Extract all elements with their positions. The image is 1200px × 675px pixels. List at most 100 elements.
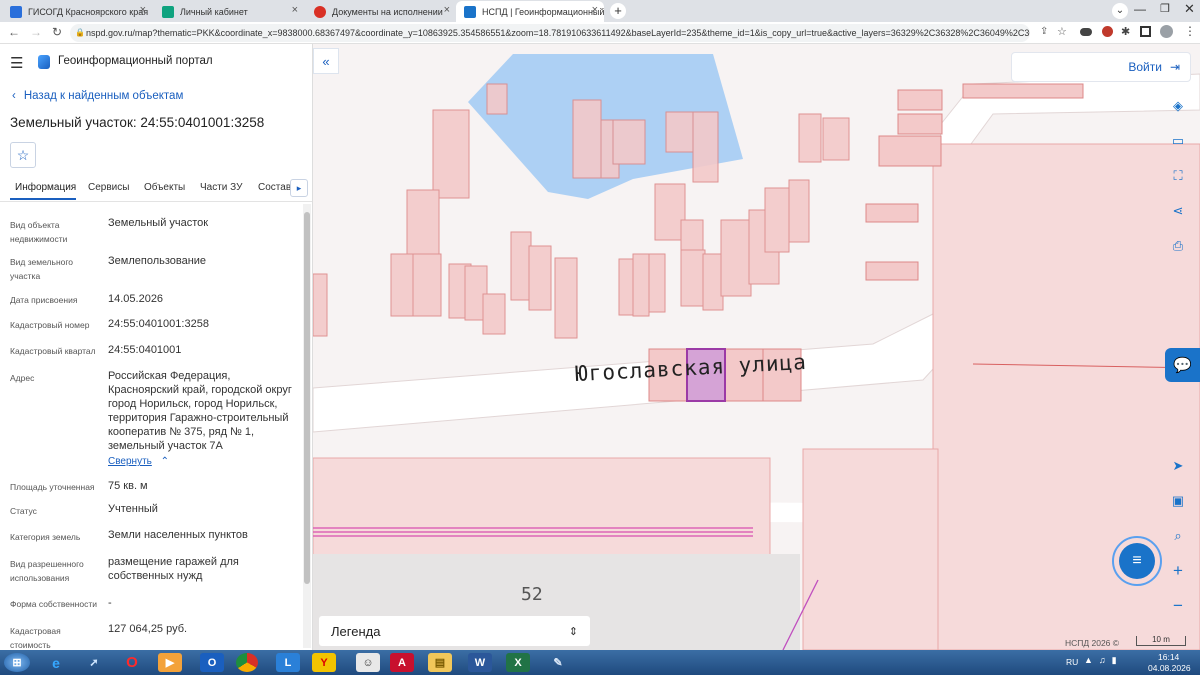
map-canvas[interactable]: Югославская улица 52 « Войти ⇥ Легенда ⇕… [313, 44, 1200, 650]
select-area-icon[interactable]: ⛶ [1167, 165, 1189, 187]
new-tab-button[interactable]: + [610, 3, 626, 19]
land-parcel [865, 203, 919, 223]
tab-search-icon[interactable]: ⌄ [1112, 3, 1128, 19]
tab-composition[interactable]: Состав [258, 182, 291, 193]
back-arrow-icon[interactable]: ← [8, 25, 20, 39]
puzzle-icon[interactable]: ✱ [1121, 25, 1130, 38]
share-map-icon[interactable]: ⋖ [1167, 200, 1189, 222]
legend-panel[interactable]: Легенда ⇕ [319, 616, 590, 646]
tabs-divider [0, 201, 312, 202]
map-layer[interactable] [313, 44, 1200, 650]
minimize-button[interactable]: — [1134, 2, 1146, 16]
land-parcel [932, 143, 1200, 650]
lock-icon: 🔒 [75, 28, 85, 37]
feedback-button[interactable]: 💬 [1165, 348, 1200, 382]
parcel-group [313, 83, 850, 339]
chat-icon: ≡ [1119, 543, 1155, 579]
close-icon[interactable]: × [140, 4, 146, 16]
media-player-icon[interactable]: ▶ [158, 653, 182, 672]
extension-icon-1[interactable] [1080, 28, 1092, 36]
app-tools-icon[interactable]: ✎ [546, 653, 570, 672]
opera-icon[interactable]: O [120, 653, 144, 672]
field-value: Земельный участок [108, 217, 209, 229]
field-value: - [108, 597, 112, 609]
field-label: Вид объекта недвижимости [10, 220, 68, 244]
url-text: nspd.gov.ru/map?thematic=PKK&coordinate_… [86, 28, 1030, 38]
zoom-in-button[interactable]: + [1167, 560, 1189, 582]
lync-icon[interactable]: L [276, 653, 300, 672]
url-field[interactable]: 🔒 nspd.gov.ru/map?thematic=PKK&coordinat… [70, 24, 1030, 42]
word-icon[interactable]: W [468, 653, 492, 672]
ruler-icon[interactable]: ▭ [1167, 130, 1189, 152]
share-icon[interactable]: ⇪ [1040, 26, 1048, 37]
field-value: 24:55:0401001 [108, 344, 182, 356]
tabs-scroll-right-button[interactable]: ▸ [290, 179, 308, 197]
favorite-button[interactable]: ☆ [10, 142, 36, 168]
address-bar: ← → ↻ 🔒 nspd.gov.ru/map?thematic=PKK&coo… [0, 22, 1200, 44]
sign-in-icon: ⇥ [1169, 60, 1180, 74]
sidebar-icon[interactable] [1140, 26, 1151, 37]
login-label: Войти [1128, 60, 1162, 74]
print-icon[interactable]: ⎙ [1167, 235, 1189, 257]
browser-tab-nspd[interactable]: НСПД | Геоинформационный п × [456, 1, 604, 22]
search-location-icon[interactable]: ⌕ [1167, 525, 1189, 547]
forward-arrow-icon[interactable]: → [30, 25, 42, 39]
back-to-results-link[interactable]: ‹ Назад к найденным объектам [12, 90, 183, 102]
browser-tab-gisogd[interactable]: ГИСОГД Красноярского края × [2, 1, 152, 22]
close-window-button[interactable]: ✕ [1184, 1, 1195, 17]
land-parcel [802, 448, 939, 650]
maximize-button[interactable]: ❐ [1160, 2, 1170, 15]
hamburger-menu-icon[interactable]: ☰ [10, 54, 23, 72]
collapse-link[interactable]: Свернуть ⌃ [108, 456, 169, 467]
menu-kebab-icon[interactable]: ⋮ [1184, 24, 1196, 38]
tab-information-underline [10, 198, 76, 200]
tab-objects[interactable]: Объекты [144, 182, 185, 193]
navigate-icon[interactable]: ➤ [1167, 455, 1189, 477]
app-bird-icon[interactable]: ➚ [82, 653, 106, 672]
browser-tab-documents[interactable]: Документы на исполнении × [306, 1, 456, 22]
tab-information[interactable]: Информация [15, 182, 76, 193]
scrollbar-thumb[interactable] [304, 212, 310, 584]
field-value: Землепользование [108, 255, 207, 267]
star-icon: ☆ [16, 147, 30, 163]
extension-icon-2[interactable] [1102, 26, 1113, 37]
login-button[interactable]: Войти ⇥ [1011, 52, 1191, 82]
scale-bar: 10 m [1136, 636, 1186, 646]
field-label: Статус [10, 506, 37, 516]
collapse-panel-button[interactable]: « [313, 48, 339, 74]
field-value: 127 064,25 руб. [108, 623, 188, 635]
browser-tab-lk[interactable]: Личный кабинет × [154, 1, 304, 22]
lk-favicon-icon [162, 5, 174, 18]
chevron-up-icon: ⌃ [160, 456, 170, 467]
yandex-icon[interactable]: Y [312, 653, 336, 672]
language-indicator[interactable]: RU [1066, 657, 1078, 667]
tab-services[interactable]: Сервисы [88, 182, 129, 193]
field-label: Вид земельного участка [10, 257, 74, 281]
outlook-icon[interactable]: O [200, 653, 224, 672]
excel-icon[interactable]: X [506, 653, 530, 672]
field-label: Вид разрешенного использования [10, 559, 84, 583]
zoom-out-button[interactable]: − [1167, 595, 1189, 617]
tray-icons[interactable]: ▲♫▮ [1084, 655, 1123, 666]
bookmark-star-icon[interactable]: ☆ [1057, 25, 1067, 38]
tab-parts[interactable]: Части ЗУ [200, 182, 242, 193]
close-icon[interactable]: × [292, 4, 298, 16]
profile-avatar[interactable] [1160, 25, 1173, 38]
panel-scrollbar[interactable] [303, 204, 311, 648]
acrobat-icon[interactable]: A [390, 653, 414, 672]
chat-assistant-button[interactable]: ≡ [1112, 536, 1162, 586]
close-icon[interactable]: × [444, 4, 450, 16]
app-avatar-icon[interactable]: ☺ [356, 653, 380, 672]
nspd-favicon-icon [464, 5, 476, 18]
close-icon[interactable]: × [592, 4, 598, 16]
basemap-icon[interactable]: ▣ [1167, 490, 1189, 512]
chevron-left-icon: ‹ [12, 90, 16, 102]
explorer-folder-icon[interactable]: ▤ [428, 653, 452, 672]
ie-icon[interactable]: e [44, 653, 68, 672]
start-button[interactable]: ⊞ [4, 653, 30, 672]
layers-icon[interactable]: ◈ [1167, 95, 1189, 117]
reload-icon[interactable]: ↻ [52, 25, 62, 39]
tab-title: Личный кабинет [180, 6, 248, 17]
tab-label: Информация [15, 182, 77, 193]
chrome-icon[interactable] [236, 653, 258, 672]
